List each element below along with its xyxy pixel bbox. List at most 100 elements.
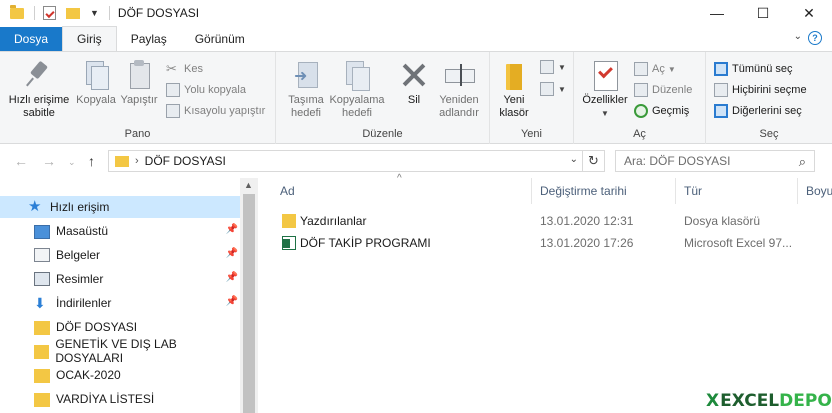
copy-path-button[interactable]: Yolu kopyala: [166, 81, 246, 99]
paste-shortcut-icon: [166, 104, 180, 118]
minimize-button[interactable]: —: [694, 0, 740, 26]
pin-icon[interactable]: 📌: [226, 272, 238, 283]
file-row[interactable]: DÖF TAKİP PROGRAMI 13.01.2020 17:26 Micr…: [262, 232, 832, 254]
cut-label: Kes: [184, 63, 203, 75]
pin-quick-access-button[interactable]: Hızlı erişime sabitle: [6, 58, 72, 120]
new-folder-button[interactable]: Yeni klasör: [492, 58, 536, 120]
customize-dropdown-icon[interactable]: ▼: [90, 8, 99, 18]
tab-home[interactable]: Giriş: [62, 26, 117, 51]
file-name: DÖF TAKİP PROGRAMI: [300, 236, 431, 250]
paste-label: Yapıştır: [120, 94, 158, 106]
new-folder-label: Yeni klasör: [499, 94, 529, 119]
column-header-size[interactable]: Boyut: [798, 178, 832, 204]
breadcrumb-chevron-icon[interactable]: ›: [135, 155, 139, 167]
separator: [108, 6, 110, 20]
search-icon: ⌕: [798, 154, 806, 169]
nav-item-label: Belgeler: [56, 248, 101, 262]
cut-button[interactable]: ✂ Kes: [166, 60, 203, 78]
breadcrumb-current[interactable]: DÖF DOSYASI: [145, 154, 226, 168]
select-all-button[interactable]: Tümünü seç: [714, 60, 793, 78]
nav-item-label: OCAK-2020: [56, 368, 121, 382]
nav-scrollbar[interactable]: ▲: [240, 178, 258, 413]
group-open: Özellikler ▼ Aç ▼ Düzenle Geçmiş Aç: [574, 52, 706, 144]
history-button[interactable]: Geçmiş: [634, 102, 689, 120]
file-date: 13.01.2020 17:26: [540, 236, 634, 250]
nav-item-ocak-2020[interactable]: OCAK-2020: [0, 364, 240, 386]
folder-icon: [115, 155, 129, 167]
edit-icon: [634, 83, 648, 97]
back-arrow-icon[interactable]: ←: [14, 153, 28, 169]
move-to-button[interactable]: Taşıma hedefi: [280, 58, 332, 120]
close-button[interactable]: ✕: [786, 0, 832, 26]
select-none-button[interactable]: Hiçbirini seçme: [714, 81, 807, 99]
up-arrow-icon[interactable]: ↑: [88, 153, 95, 169]
file-row[interactable]: Yazdırılanlar 13.01.2020 12:31 Dosya kla…: [262, 210, 832, 232]
excel-file-icon: [282, 236, 296, 250]
help-icon[interactable]: ?: [808, 31, 822, 45]
copy-button[interactable]: Kopyala: [74, 58, 118, 107]
collapse-ribbon-icon[interactable]: ⌄: [794, 31, 802, 42]
address-bar[interactable]: › DÖF DOSYASI ⌄ ↻: [108, 150, 605, 172]
paste-button[interactable]: Yapıştır: [118, 58, 160, 107]
open-button[interactable]: Aç ▼: [634, 60, 676, 78]
pin-icon[interactable]: 📌: [226, 224, 238, 235]
invert-selection-button[interactable]: Diğerlerini seç: [714, 102, 802, 120]
new-folder-icon[interactable]: [66, 7, 80, 19]
column-header-type[interactable]: Tür: [676, 178, 798, 204]
delete-button[interactable]: Sil: [394, 58, 434, 107]
properties-icon[interactable]: [43, 6, 56, 20]
excel-depo-watermark: X EXCEL DEPO: [706, 389, 832, 413]
folder-icon: [34, 344, 50, 359]
group-clipboard: Hızlı erişime sabitle Kopyala Yapıştır ✂…: [0, 52, 276, 144]
download-icon: ⬇: [34, 295, 46, 311]
address-row: ← → ⌄ ↑ › DÖF DOSYASI ⌄ ↻ Ara: DÖF DOSYA…: [0, 145, 832, 177]
nav-item-documents[interactable]: Belgeler 📌: [0, 244, 240, 266]
nav-item-label: İndirilenler: [56, 296, 112, 310]
forward-arrow-icon[interactable]: →: [42, 153, 56, 169]
pin-icon: [23, 58, 55, 92]
tab-share[interactable]: Paylaş: [117, 27, 181, 51]
search-input[interactable]: Ara: DÖF DOSYASI ⌕: [615, 150, 815, 172]
nav-item-desktop[interactable]: Masaüstü 📌: [0, 220, 240, 242]
nav-item-vardiya[interactable]: VARDİYA LİSTESİ: [0, 388, 240, 410]
refresh-icon[interactable]: ↻: [582, 151, 604, 171]
nav-item-quick-access[interactable]: ★ Hızlı erişim: [0, 196, 240, 218]
easy-access-button[interactable]: ▼: [540, 80, 566, 98]
title-bar: ▼ DÖF DOSYASI — ☐ ✕: [0, 0, 832, 26]
edit-button[interactable]: Düzenle: [634, 81, 692, 99]
nav-item-downloads[interactable]: ⬇ İndirilenler 📌: [0, 292, 240, 314]
paste-shortcut-button[interactable]: Kısayolu yapıştır: [166, 102, 265, 120]
watermark-excel: EXCEL: [720, 391, 780, 411]
nav-item-genetik[interactable]: GENETİK VE DIŞ LAB DOSYALARI: [0, 337, 240, 365]
properties-label: Özellikler: [582, 94, 628, 106]
pin-label: Hızlı erişime sabitle: [8, 94, 70, 119]
nav-item-pictures[interactable]: Resimler 📌: [0, 268, 240, 290]
star-icon: ★: [28, 198, 42, 215]
copy-icon: [80, 58, 112, 92]
column-header-name[interactable]: Ad: [272, 178, 532, 204]
nav-item-dof-dosyasi[interactable]: DÖF DOSYASI: [0, 316, 240, 338]
maximize-button[interactable]: ☐: [740, 0, 786, 26]
copy-to-button[interactable]: Kopyalama hedefi: [328, 58, 386, 120]
scrollbar-thumb[interactable]: [243, 194, 255, 413]
pin-icon[interactable]: 📌: [226, 296, 238, 307]
new-item-button[interactable]: ▼: [540, 58, 566, 76]
file-name: Yazdırılanlar: [300, 214, 367, 228]
properties-button[interactable]: Özellikler ▼: [578, 58, 632, 120]
edit-label: Düzenle: [652, 84, 693, 96]
group-label-new: Yeni: [520, 128, 542, 140]
new-folder-icon: [498, 58, 530, 92]
copy-path-icon: [166, 83, 180, 97]
scroll-up-icon[interactable]: ▲: [244, 180, 253, 190]
properties-dropdown-icon: ▼: [601, 109, 609, 118]
pictures-icon: [34, 272, 50, 286]
rename-button[interactable]: Yeniden adlandır: [434, 58, 484, 120]
address-dropdown-icon[interactable]: ⌄: [570, 154, 578, 165]
column-header-date[interactable]: Değiştirme tarihi: [532, 178, 676, 204]
recent-locations-chevron-icon[interactable]: ⌄: [68, 157, 76, 168]
tab-view[interactable]: Görünüm: [181, 27, 259, 51]
ribbon-tabs: Dosya Giriş Paylaş Görünüm ⌄ ?: [0, 26, 832, 51]
select-none-icon: [714, 83, 728, 97]
pin-icon[interactable]: 📌: [226, 248, 238, 259]
tab-file[interactable]: Dosya: [0, 27, 63, 51]
